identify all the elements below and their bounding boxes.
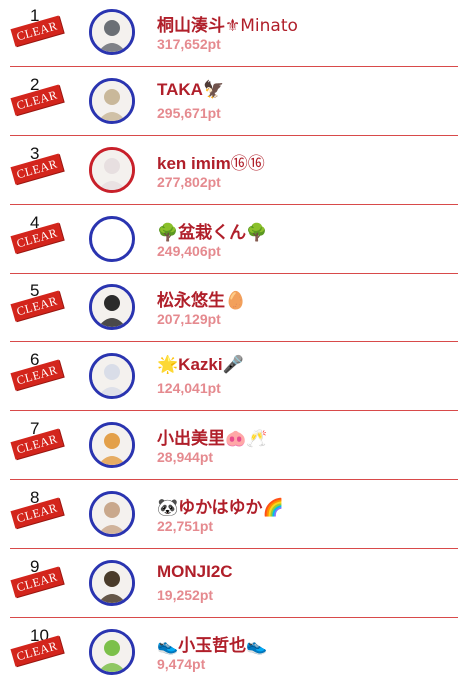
name-suffix-emoji: 🌈 [262,498,284,518]
user-name-text: 桐山湊斗 [157,16,225,35]
user-name-text: TAKA [157,80,203,99]
ranking-row[interactable]: 7 CLEAR 小出美里🐽🥂 28,944pt [0,413,468,480]
name-suffix-emoji: 🐽🥂 [225,429,268,449]
user-points: 277,802pt [157,174,221,190]
user-name[interactable]: 🌳盆栽くん🌳 [157,218,267,243]
name-suffix-emoji: 👟 [246,636,268,656]
row-divider [10,204,458,205]
name-suffix-emoji: ⚜Minato [225,16,298,36]
ranking-row[interactable]: 3 CLEAR ken imim⑯⑯ 277,802pt [0,138,468,205]
ranking-list: 1 CLEAR 桐山湊斗⚜Minato 317,652pt 2 CLEAR TA… [0,0,468,680]
user-name-text: 小出美里 [157,429,225,448]
avatar[interactable] [89,9,135,55]
user-points: 19,252pt [157,587,214,603]
user-name[interactable]: 🌟Kazki🎤 [157,355,244,375]
user-name[interactable]: ken imim⑯⑯ [157,149,265,174]
user-name[interactable]: 桐山湊斗⚜Minato [157,11,298,36]
row-divider [10,548,458,549]
user-name[interactable]: 松永悠生🥚 [157,286,246,311]
row-divider [10,410,458,411]
user-points: 317,652pt [157,36,221,52]
name-prefix-emoji: 🌳 [157,223,179,243]
user-name-text: 盆栽くん [178,223,247,242]
ranking-row[interactable]: 4 CLEAR 🌳盆栽くん🌳 249,406pt [0,207,468,274]
user-points: 207,129pt [157,311,221,327]
user-points: 28,944pt [157,449,214,465]
avatar-image [92,287,132,327]
user-name[interactable]: MONJI2C [157,562,233,582]
row-divider [10,341,458,342]
ranking-row[interactable]: 9 CLEAR MONJI2C 19,252pt [0,551,468,618]
name-suffix-emoji: 🦅 [202,80,225,100]
ranking-row[interactable]: 1 CLEAR 桐山湊斗⚜Minato 317,652pt [0,0,468,67]
avatar-image [92,494,132,534]
ranking-row[interactable]: 6 CLEAR 🌟Kazki🎤 124,041pt [0,344,468,411]
row-divider [10,135,458,136]
user-points: 295,671pt [157,105,221,121]
user-name[interactable]: 👟小玉哲也👟 [157,631,267,656]
name-prefix-emoji: 🌟 [157,355,179,375]
avatar[interactable] [89,422,135,468]
avatar-image [92,563,132,603]
avatar-image [92,150,132,190]
avatar[interactable] [89,147,135,193]
name-prefix-emoji: 👟 [157,636,179,656]
name-suffix-emoji: 🌳 [246,223,268,243]
user-name-text: 松永悠生 [157,291,225,310]
user-name[interactable]: TAKA🦅 [157,80,224,100]
name-suffix-emoji: 🎤 [222,355,244,375]
name-prefix-emoji: 🐼 [157,498,179,518]
user-points: 9,474pt [157,656,206,672]
ranking-row[interactable]: 8 CLEAR 🐼ゆかはゆか🌈 22,751pt [0,482,468,549]
avatar[interactable] [89,353,135,399]
name-suffix-emoji: 🥚 [225,291,247,311]
user-points: 249,406pt [157,243,221,259]
user-points: 124,041pt [157,380,221,396]
user-points: 22,751pt [157,518,214,534]
ranking-row[interactable]: 2 CLEAR TAKA🦅 295,671pt [0,69,468,136]
avatar[interactable] [89,560,135,606]
user-name-text: 小玉哲也 [178,636,247,655]
row-divider [10,617,458,618]
ranking-row[interactable]: 5 CLEAR 松永悠生🥚 207,129pt [0,275,468,342]
avatar[interactable] [89,216,135,262]
user-name-text: Kazki [178,355,223,374]
avatar[interactable] [89,491,135,537]
avatar[interactable] [89,629,135,675]
avatar-image [92,81,132,121]
user-name-text: ken imim [157,154,231,173]
user-name-text: ゆかはゆか [178,498,263,517]
row-divider [10,479,458,480]
avatar[interactable] [89,284,135,330]
avatar-image [92,12,132,52]
avatar-image [92,356,132,396]
name-suffix-emoji: ⑯⑯ [230,154,265,174]
row-divider [10,66,458,67]
ranking-row[interactable]: 10 CLEAR 👟小玉哲也👟 9,474pt [0,620,468,680]
user-name-text: MONJI2C [157,562,233,581]
user-name[interactable]: 小出美里🐽🥂 [157,424,267,449]
avatar-image [92,425,132,465]
row-divider [10,273,458,274]
user-name[interactable]: 🐼ゆかはゆか🌈 [157,493,284,518]
avatar-image [92,632,132,672]
avatar[interactable] [89,78,135,124]
